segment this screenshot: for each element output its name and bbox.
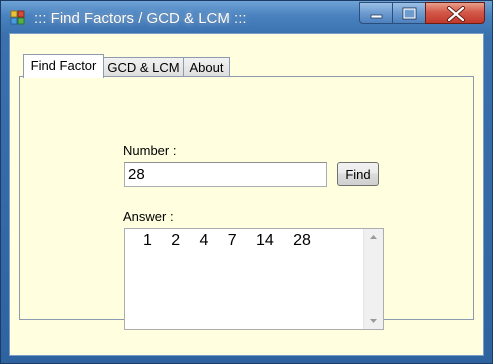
client-area: GCD & LCM About Find Factor Number : Fin… (9, 33, 484, 356)
minimize-button[interactable] (359, 2, 393, 24)
maximize-button[interactable] (392, 2, 426, 24)
close-button[interactable] (425, 2, 485, 24)
number-input[interactable] (124, 162, 327, 187)
app-icon[interactable] (10, 10, 26, 26)
scroll-up-button[interactable] (364, 229, 383, 246)
tab-panel-find-factor: Number : Find Answer : 1 2 4 7 14 28 (19, 76, 474, 330)
tab-gcd-lcm[interactable]: GCD & LCM (103, 57, 184, 78)
answer-label: Answer : (123, 209, 174, 224)
answer-value: 1 2 4 7 14 28 (143, 232, 311, 249)
tab-about[interactable]: About (183, 57, 230, 78)
title-bar[interactable]: ::: Find Factors / GCD & LCM ::: (1, 1, 492, 33)
number-label: Number : (123, 143, 177, 158)
scroll-down-arrow-icon (370, 319, 377, 323)
scroll-down-button[interactable] (364, 312, 383, 329)
minimize-icon (370, 14, 383, 19)
close-icon (447, 6, 465, 22)
maximize-icon (402, 7, 417, 20)
answer-scrollbar[interactable] (363, 229, 383, 329)
scroll-up-arrow-icon (370, 235, 377, 239)
app-window: ::: Find Factors / GCD & LCM ::: GCD & L… (0, 0, 493, 364)
find-button[interactable]: Find (337, 162, 379, 186)
window-title: ::: Find Factors / GCD & LCM ::: (34, 10, 247, 27)
answer-textbox[interactable]: 1 2 4 7 14 28 (124, 228, 384, 330)
tab-find-factor[interactable]: Find Factor (23, 54, 104, 78)
